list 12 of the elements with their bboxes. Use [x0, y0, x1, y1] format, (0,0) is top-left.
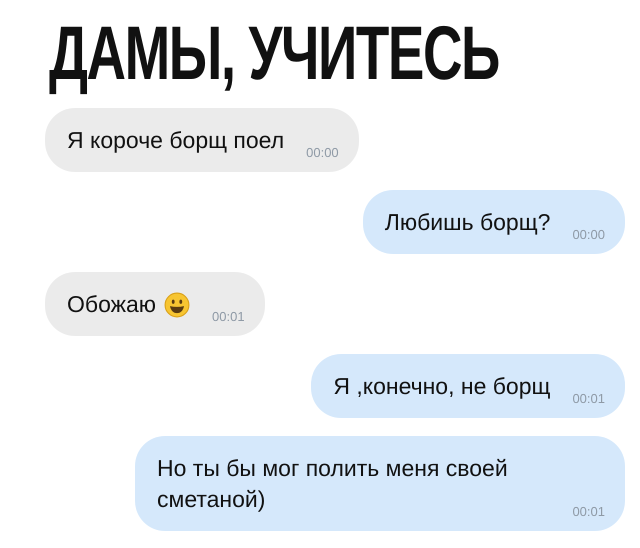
- message-text: Но ты бы мог полить меня своей сметаной): [157, 454, 509, 514]
- message-time: 00:00: [572, 227, 605, 242]
- message-text: Я ,конечно, не борщ: [333, 372, 550, 401]
- message-time: 00:01: [212, 309, 245, 324]
- message-time: 00:01: [572, 391, 605, 406]
- caption-title: ДАМЫ, УЧИТЕСЬ: [49, 14, 499, 94]
- message-text: Обожаю: [67, 290, 156, 319]
- message-time: 00:00: [306, 145, 339, 160]
- message-time: 00:01: [572, 504, 605, 519]
- message-text: Я короче борщ поел: [67, 126, 284, 155]
- smiley-icon: [164, 292, 190, 318]
- message-text: Любишь борщ?: [384, 208, 550, 237]
